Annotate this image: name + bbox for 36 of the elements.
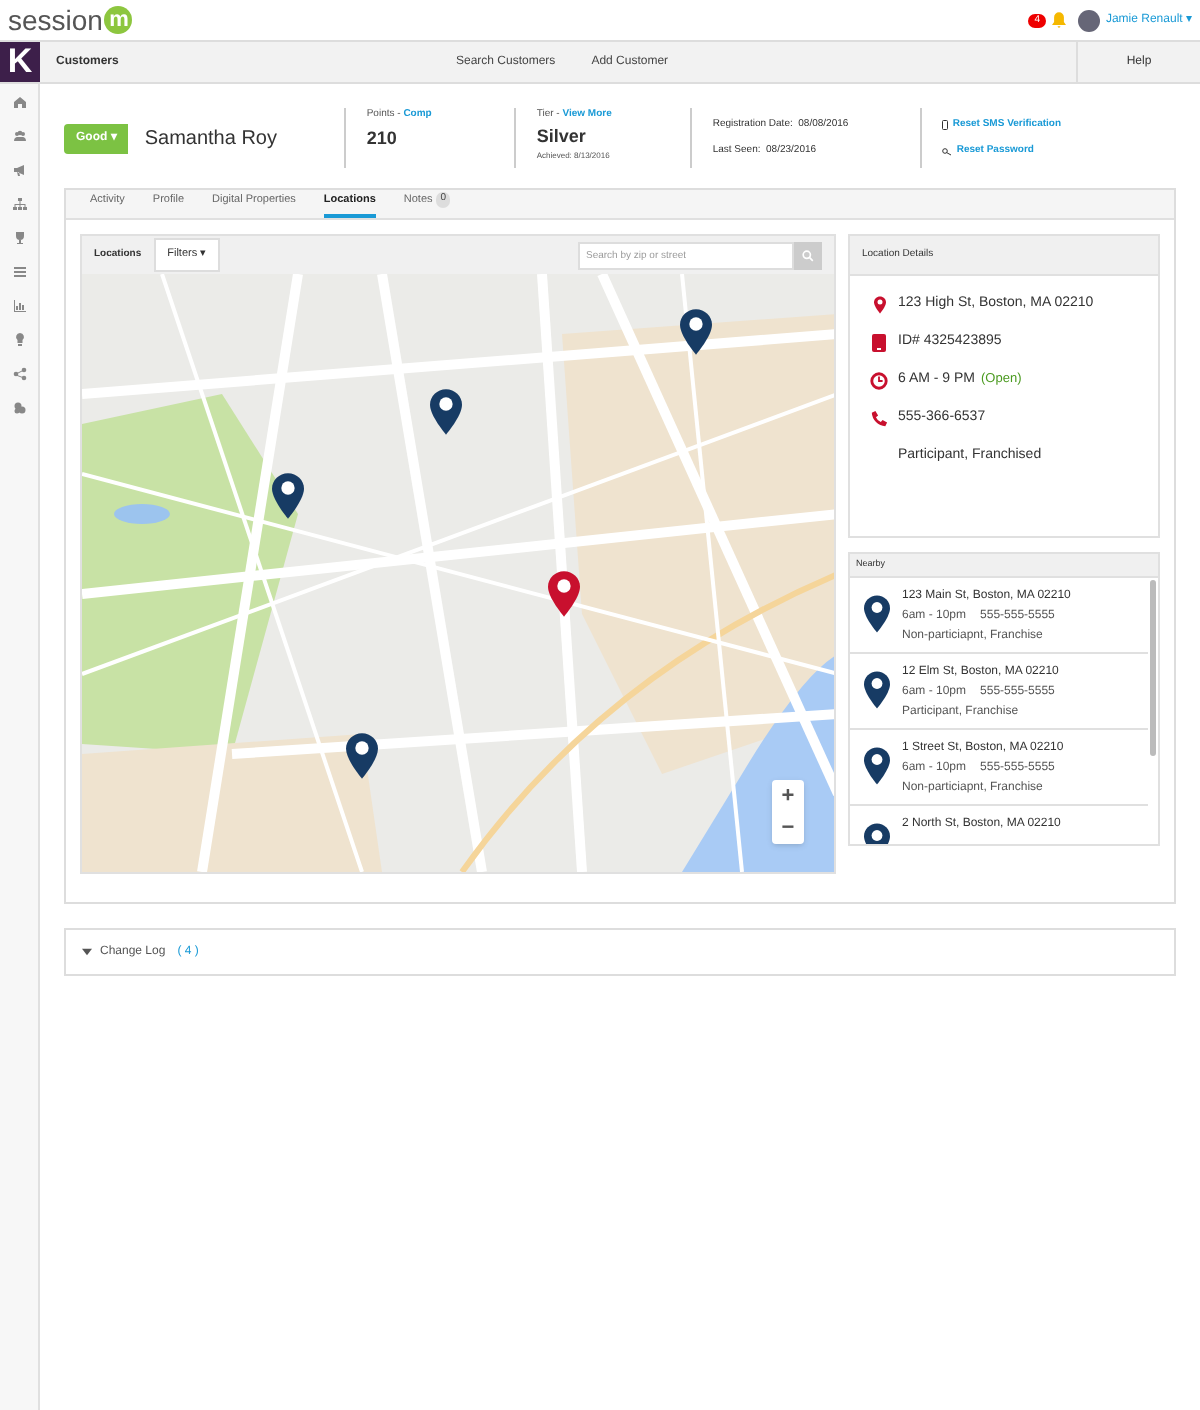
share-icon[interactable]	[11, 366, 27, 382]
map[interactable]: + −	[82, 274, 834, 872]
list-icon[interactable]	[11, 264, 27, 280]
hierarchy-icon[interactable]	[11, 196, 27, 212]
zoom-out-button[interactable]: −	[772, 812, 804, 844]
tier-value: Silver	[536, 123, 588, 149]
points-value: 210	[366, 125, 399, 151]
pin-icon	[873, 296, 885, 314]
badges-icon[interactable]	[11, 400, 27, 416]
key-icon	[942, 147, 953, 156]
map-pin-icon	[864, 746, 890, 786]
bulb-icon[interactable]	[11, 332, 27, 348]
avatar[interactable]	[1077, 9, 1100, 31]
clock-icon	[870, 372, 888, 390]
map-pin-icon[interactable]	[430, 388, 462, 436]
map-pin-icon	[864, 594, 890, 634]
scrollbar[interactable]	[1150, 580, 1156, 756]
zoom-in-button[interactable]: +	[772, 780, 804, 812]
chart-icon[interactable]	[11, 298, 27, 314]
map-pin-icon[interactable]	[680, 308, 712, 356]
megaphone-icon[interactable]	[11, 162, 27, 178]
home-icon[interactable]	[11, 94, 27, 110]
map-pin-icon[interactable]	[272, 472, 304, 520]
bell-icon[interactable]	[1051, 12, 1066, 28]
users-icon[interactable]	[11, 128, 27, 144]
k-logo[interactable]: K	[0, 42, 40, 82]
map-pin-icon[interactable]	[548, 570, 580, 618]
caret-icon	[82, 948, 92, 956]
customer-name: Samantha Roy	[144, 125, 279, 153]
map-pin-icon[interactable]	[346, 732, 378, 780]
phone-icon	[942, 119, 949, 130]
sessionm-logo[interactable]: session m	[8, 6, 133, 34]
map-pin-icon	[864, 670, 890, 710]
phone-icon	[870, 410, 888, 428]
trophy-icon[interactable]	[11, 230, 27, 246]
device-icon	[872, 334, 886, 352]
